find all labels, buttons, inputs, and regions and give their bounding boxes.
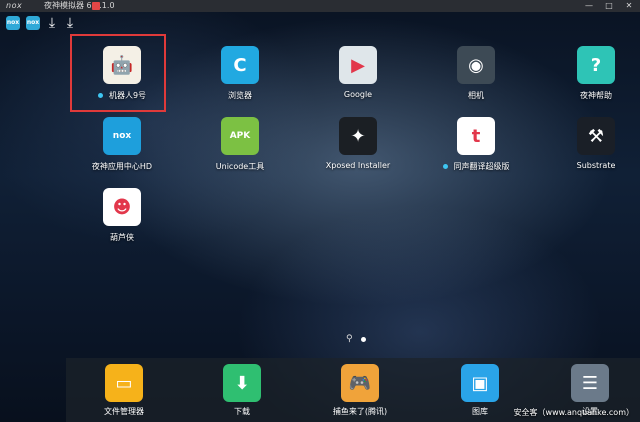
app-shortcut[interactable]: ? 夜神帮助: [550, 46, 640, 101]
app-shortcut[interactable]: ⚒ Substrate: [550, 117, 640, 170]
substrate-icon[interactable]: ⚒: [577, 117, 615, 155]
fishing-game-icon[interactable]: 🎮: [341, 364, 379, 402]
app-shortcut[interactable]: ▶ Google: [312, 46, 404, 99]
dock-app[interactable]: 🎮 捕鱼来了(腾讯): [316, 358, 404, 417]
android-home-screen: nox nox ⤓ ⤓ 🤖 机器人9号 C 浏览器 ▶ Google ◉ 相机? 夜神帮助 nox…: [0, 12, 640, 422]
app-label: Unicode工具: [194, 161, 286, 172]
app-label-text: 机器人9号: [108, 91, 147, 100]
app-center-icon[interactable]: nox: [103, 117, 141, 155]
apk-tool-icon[interactable]: APK: [221, 117, 259, 155]
app-label-text: Google: [343, 90, 373, 99]
app-label-text: 夜神应用中心HD: [91, 162, 153, 171]
nox-app-icon[interactable]: nox: [26, 16, 40, 30]
page-dot-active[interactable]: [360, 336, 366, 342]
dock-app-label: 文件管理器: [104, 407, 144, 416]
maximize-button[interactable]: □: [604, 0, 614, 12]
dock-app[interactable]: ▣ 图库: [436, 358, 524, 417]
page-indicator: ⚲: [346, 334, 366, 344]
app-label-text: Unicode工具: [215, 162, 265, 171]
app-shortcut[interactable]: ✦ Xposed Installer: [312, 117, 404, 170]
app-label: 葫芦侠: [76, 232, 168, 243]
dock-app[interactable]: ▭ 文件管理器: [80, 358, 168, 417]
app-label-text: 相机: [468, 91, 484, 100]
dock-app[interactable]: ⬇ 下载: [198, 358, 286, 417]
new-app-dot: [97, 93, 103, 98]
settings-icon[interactable]: ☰: [571, 364, 609, 402]
xposed-icon[interactable]: ✦: [339, 117, 377, 155]
dock-app-label: 捕鱼来了(腾讯): [332, 407, 388, 416]
app-shortcut[interactable]: ◉ 相机: [430, 46, 522, 101]
google-folder-icon[interactable]: ▶: [339, 46, 377, 84]
app-label-text: Substrate: [576, 161, 616, 170]
download-icon[interactable]: ⬇: [223, 364, 261, 402]
update-badge[interactable]: [92, 2, 100, 10]
nox-logo: nox: [6, 1, 23, 10]
gallery-icon[interactable]: ▣: [461, 364, 499, 402]
folder-icon[interactable]: ▭: [105, 364, 143, 402]
app-label: Substrate: [550, 161, 640, 170]
app-label: 浏览器: [194, 90, 286, 101]
robot-icon[interactable]: 🤖: [103, 46, 141, 84]
app-label-text: 葫芦侠: [110, 233, 134, 242]
browser-icon[interactable]: C: [221, 46, 259, 84]
dock-app-label: 图库: [472, 407, 488, 416]
app-shortcut[interactable]: C 浏览器: [194, 46, 286, 101]
camera-icon[interactable]: ◉: [457, 46, 495, 84]
app-label: 相机: [430, 90, 522, 101]
app-label-text: 浏览器: [228, 91, 252, 100]
app-label: 机器人9号: [76, 90, 168, 101]
app-label: 同声翻译超级版: [430, 161, 522, 172]
gourd-icon[interactable]: ☻: [103, 188, 141, 226]
minimize-button[interactable]: —: [584, 0, 594, 12]
translate-icon[interactable]: t: [457, 117, 495, 155]
app-shortcut[interactable]: nox 夜神应用中心HD: [76, 117, 168, 172]
app-shortcut[interactable]: t 同声翻译超级版: [430, 117, 522, 172]
app-label: Google: [312, 90, 404, 99]
app-label-text: 夜神帮助: [580, 91, 612, 100]
close-button[interactable]: ✕: [624, 0, 634, 12]
search-icon[interactable]: ⚲: [346, 334, 353, 344]
download-notification-icon[interactable]: ⤓: [64, 16, 76, 30]
emulator-titlebar: nox 夜神模拟器 6.0.1.0 — □ ✕: [0, 0, 640, 12]
window-controls: — □ ✕: [584, 0, 634, 12]
watermark: 安全客（www.anquanke.com）: [513, 408, 634, 417]
app-label: 夜神应用中心HD: [76, 161, 168, 172]
app-label: 夜神帮助: [550, 90, 640, 101]
new-app-dot: [442, 164, 448, 169]
notification-bar: nox nox ⤓ ⤓: [6, 16, 76, 30]
help-icon[interactable]: ?: [577, 46, 615, 84]
app-label-text: 同声翻译超级版: [453, 162, 510, 171]
download-notification-icon[interactable]: ⤓: [46, 16, 58, 30]
app-shortcut[interactable]: 🤖 机器人9号: [76, 46, 168, 101]
dock-app-label: 下载: [234, 407, 250, 416]
nox-app-icon[interactable]: nox: [6, 16, 20, 30]
app-shortcut[interactable]: ☻ 葫芦侠: [76, 188, 168, 243]
window-title: 夜神模拟器 6.0.1.0: [44, 1, 115, 10]
app-label-text: Xposed Installer: [325, 161, 391, 170]
app-shortcut[interactable]: APK Unicode工具: [194, 117, 286, 172]
app-label: Xposed Installer: [312, 161, 404, 170]
